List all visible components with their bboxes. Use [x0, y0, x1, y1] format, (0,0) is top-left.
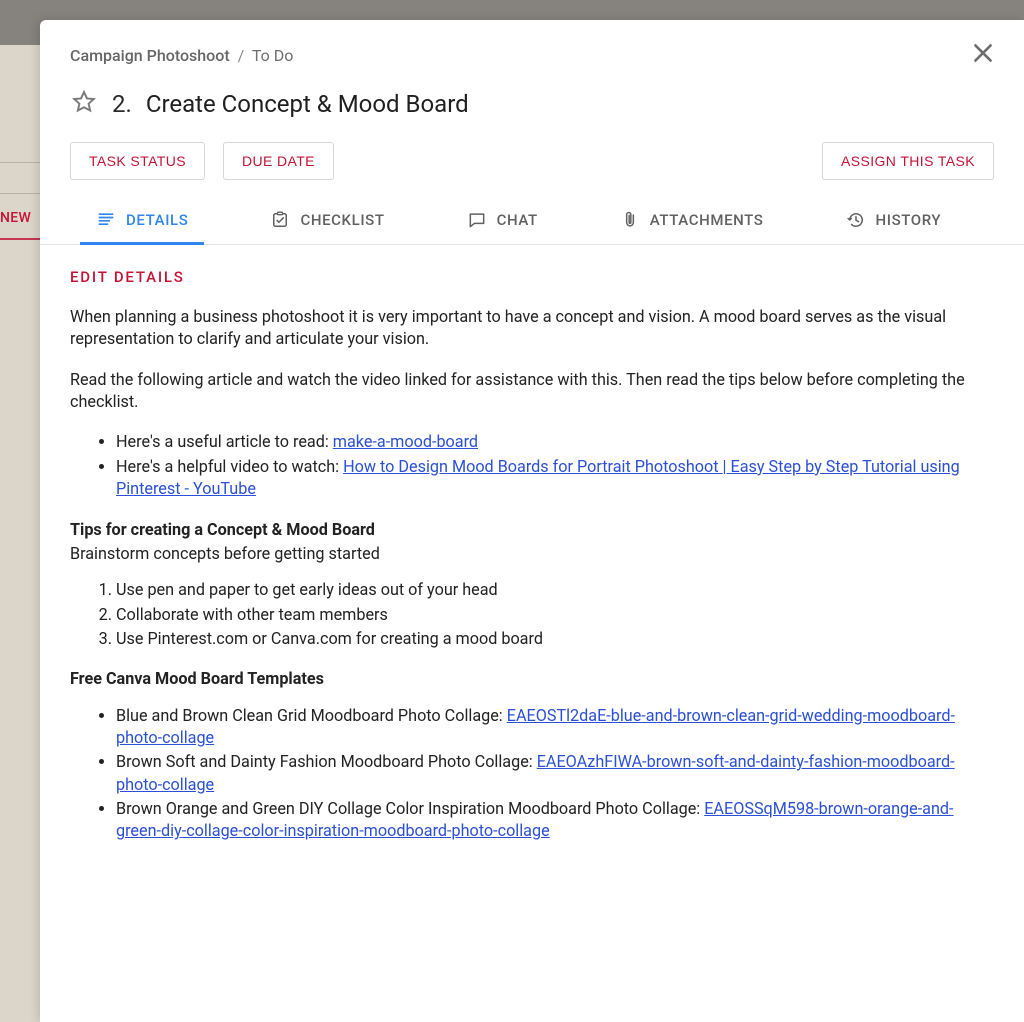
templates-heading: Free Canva Mood Board Templates: [70, 668, 994, 690]
tab-label: CHECKLIST: [300, 211, 384, 229]
checklist-icon: [270, 210, 290, 230]
list-item: Here's a useful article to read: make-a-…: [116, 431, 994, 453]
list-item: Use pen and paper to get early ideas out…: [116, 579, 994, 601]
details-body: When planning a business photoshoot it i…: [70, 306, 994, 843]
attachment-icon: [620, 210, 640, 230]
task-modal: Campaign Photoshoot / To Do 2. Create Co…: [40, 20, 1024, 1022]
tips-subheading: Brainstorm concepts before getting start…: [70, 543, 994, 565]
tips-heading: Tips for creating a Concept & Mood Board: [70, 519, 994, 541]
close-icon: [970, 40, 996, 70]
tab-label: DETAILS: [126, 211, 188, 229]
action-row: TASK STATUS DUE DATE ASSIGN THIS TASK: [70, 142, 994, 180]
list-item: Blue and Brown Clean Grid Moodboard Phot…: [116, 705, 994, 750]
page-title: Create Concept & Mood Board: [146, 90, 469, 118]
tips-list: Use pen and paper to get early ideas out…: [116, 579, 994, 650]
breadcrumb: Campaign Photoshoot / To Do: [70, 46, 994, 70]
chat-icon: [467, 210, 487, 230]
list-item: Here's a helpful video to watch: How to …: [116, 456, 994, 501]
template-lead: Brown Orange and Green DIY Collage Color…: [116, 799, 704, 818]
star-outline-icon: [71, 89, 97, 119]
details-paragraph: When planning a business photoshoot it i…: [70, 306, 994, 351]
resource-link[interactable]: make-a-mood-board: [333, 432, 478, 451]
template-lead: Blue and Brown Clean Grid Moodboard Phot…: [116, 706, 507, 725]
breadcrumb-current[interactable]: To Do: [252, 46, 294, 65]
list-item: Brown Soft and Dainty Fashion Moodboard …: [116, 751, 994, 796]
tab-history[interactable]: HISTORY: [840, 196, 948, 244]
task-status-button[interactable]: TASK STATUS: [70, 142, 205, 180]
close-button[interactable]: [968, 40, 998, 70]
list-item: Brown Orange and Green DIY Collage Color…: [116, 798, 994, 843]
background-new-tab[interactable]: NEW: [0, 210, 31, 226]
details-icon: [96, 210, 116, 230]
background-divider: [0, 162, 40, 163]
list-item: Collaborate with other team members: [116, 604, 994, 626]
assign-task-button[interactable]: ASSIGN THIS TASK: [822, 142, 994, 180]
tab-chat[interactable]: CHAT: [461, 196, 544, 244]
template-lead: Brown Soft and Dainty Fashion Moodboard …: [116, 752, 537, 771]
tab-label: HISTORY: [876, 211, 942, 229]
background-divider: [0, 193, 40, 194]
resource-lead: Here's a helpful video to watch:: [116, 457, 343, 476]
tab-label: CHAT: [497, 211, 538, 229]
task-number: 2.: [112, 90, 132, 118]
resource-lead: Here's a useful article to read:: [116, 432, 333, 451]
tab-attachments[interactable]: ATTACHMENTS: [614, 196, 770, 244]
edit-details-button[interactable]: EDIT DETAILS: [70, 268, 185, 286]
task-title-row: 2. Create Concept & Mood Board: [70, 90, 994, 118]
tab-label: ATTACHMENTS: [650, 211, 764, 229]
resources-list: Here's a useful article to read: make-a-…: [116, 431, 994, 500]
list-item: Use Pinterest.com or Canva.com for creat…: [116, 628, 994, 650]
details-paragraph: Read the following article and watch the…: [70, 369, 994, 414]
tab-details[interactable]: DETAILS: [90, 196, 194, 244]
tab-bar: DETAILS CHECKLIST CHAT ATT: [40, 196, 1024, 245]
background-tab-underline: [0, 238, 40, 240]
breadcrumb-separator: /: [238, 46, 245, 65]
templates-list: Blue and Brown Clean Grid Moodboard Phot…: [116, 705, 994, 843]
favorite-button[interactable]: [70, 90, 98, 118]
due-date-button[interactable]: DUE DATE: [223, 142, 334, 180]
history-icon: [846, 210, 866, 230]
breadcrumb-parent[interactable]: Campaign Photoshoot: [70, 46, 230, 65]
details-panel: EDIT DETAILS When planning a business ph…: [40, 245, 1024, 1022]
tab-checklist[interactable]: CHECKLIST: [264, 196, 390, 244]
